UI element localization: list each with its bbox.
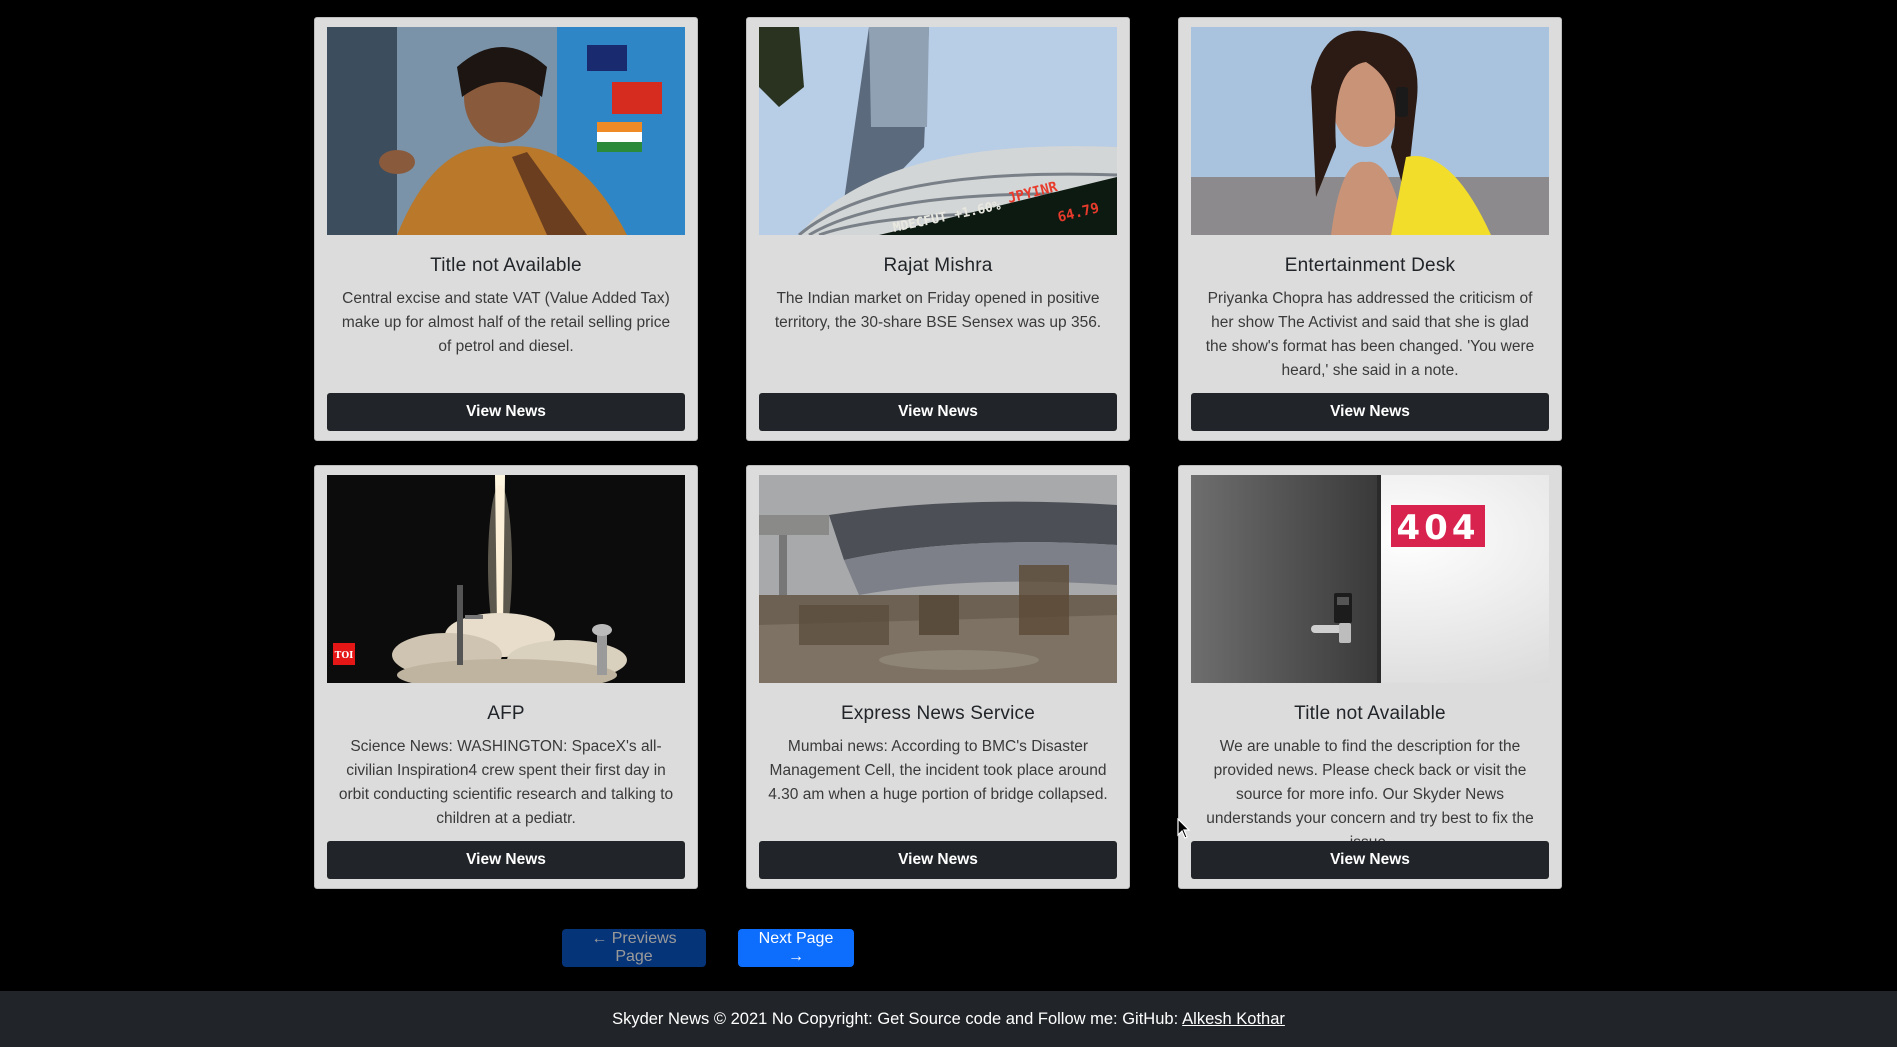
svg-text:404: 404 — [1397, 508, 1480, 548]
next-page-button[interactable]: Next Page → — [738, 929, 854, 967]
github-link[interactable]: Alkesh Kothar — [1182, 1010, 1285, 1029]
card-description: Central excise and state VAT (Value Adde… — [341, 290, 671, 355]
svg-text:TOI: TOI — [335, 651, 354, 661]
news-card: Title not Available Central excise and s… — [314, 17, 698, 441]
news-thumbnail-collapsed-bridge[interactable] — [759, 475, 1117, 683]
news-thumbnail-stock-exchange[interactable]: JPYINR 64.79 MDECFUT +1.60% — [759, 27, 1117, 235]
card-title: AFP — [487, 703, 525, 724]
news-thumbnail-finance-minister[interactable] — [327, 27, 685, 235]
view-news-button[interactable]: View News — [327, 841, 685, 879]
card-description: We are unable to find the description fo… — [1206, 738, 1534, 851]
card-description: Science News: WASHINGTON: SpaceX's all-c… — [338, 738, 674, 827]
news-thumbnail-404[interactable]: 404 — [1191, 475, 1549, 683]
card-description: The Indian market on Friday opened in po… — [774, 290, 1102, 331]
view-news-button[interactable]: View News — [759, 841, 1117, 879]
footer: Skyder News © 2021 No Copyright: Get Sou… — [0, 991, 1897, 1047]
news-thumbnail-rocket-launch[interactable]: TOI — [327, 475, 685, 683]
news-thumbnail-actress[interactable] — [1191, 27, 1549, 235]
card-title: Entertainment Desk — [1284, 255, 1456, 276]
card-title: Rajat Mishra — [883, 255, 993, 276]
news-card: TOI AFP Science News: WASHINGTON: SpaceX… — [314, 465, 698, 889]
card-description: Mumbai news: According to BMC's Disaster… — [768, 738, 1108, 803]
news-grid: Title not Available Central excise and s… — [314, 17, 1563, 889]
card-title: Title not Available — [430, 255, 582, 276]
footer-text: Skyder News © 2021 No Copyright: Get Sou… — [612, 1009, 1179, 1028]
news-card: JPYINR 64.79 MDECFUT +1.60% Rajat Mishra… — [746, 17, 1130, 441]
card-title: Title not Available — [1294, 703, 1446, 724]
news-card: Entertainment Desk Priyanka Chopra has a… — [1178, 17, 1562, 441]
news-card: Express News Service Mumbai news: Accord… — [746, 465, 1130, 889]
news-card: 404 Title not Available We are unable to… — [1178, 465, 1562, 889]
mouse-cursor-icon — [1177, 818, 1191, 839]
card-title: Express News Service — [840, 703, 1036, 724]
previous-page-button[interactable]: ← Previews Page — [562, 929, 706, 967]
view-news-button[interactable]: View News — [327, 393, 685, 431]
view-news-button[interactable]: View News — [1191, 393, 1549, 431]
view-news-button[interactable]: View News — [759, 393, 1117, 431]
view-news-button[interactable]: View News — [1191, 841, 1549, 879]
card-description: Priyanka Chopra has addressed the critic… — [1205, 290, 1535, 379]
